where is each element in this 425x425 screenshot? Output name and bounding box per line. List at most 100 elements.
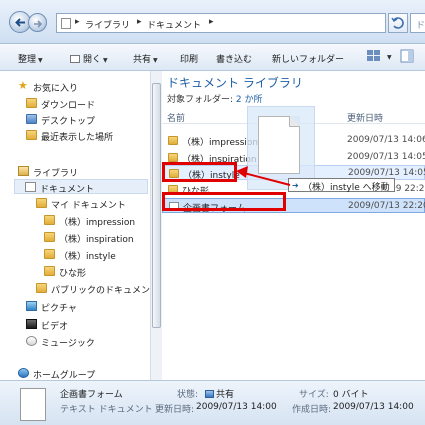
view-menu-button[interactable]: ▼ — [385, 52, 392, 62]
nav-folder-label: （株）inspiration — [59, 235, 134, 245]
details-created-key: 作成日時: — [292, 405, 332, 415]
folder-icon — [44, 215, 55, 225]
nav-pictures-label: ピクチャ — [41, 304, 77, 314]
chevron-down-icon: ▼ — [103, 57, 108, 64]
address-bar-area: ▸ ライブラリ ▸ ドキュメント ▸ ドキ — [0, 0, 425, 44]
nav-folder-inspiration[interactable]: （株）inspiration — [44, 230, 150, 245]
search-input[interactable]: ドキ — [410, 13, 425, 33]
open-label: 開く — [83, 55, 102, 65]
locations-link[interactable]: 2 か所 — [236, 95, 263, 105]
details-modified-value: 2009/07/13 14:00 — [196, 402, 277, 412]
file-date: 09 22:20 — [390, 184, 425, 194]
pictures-icon — [26, 301, 37, 311]
homegroup-icon — [18, 368, 29, 378]
scrollbar-thumb[interactable] — [152, 83, 161, 328]
print-button[interactable]: 印刷 — [180, 52, 198, 65]
library-icon — [18, 166, 29, 176]
refresh-icon — [391, 17, 404, 29]
text-document-icon — [20, 388, 46, 421]
nav-desktop-label: デスクトップ — [41, 117, 96, 127]
chevron-right-icon: ▸ — [209, 17, 214, 27]
preview-pane-icon — [400, 49, 414, 63]
details-size-value: 0 バイト — [333, 390, 369, 400]
refresh-button[interactable] — [388, 13, 408, 33]
details-pane: 企画書フォーム テキスト ドキュメント 状態: 共有 更新日時: 2009/07… — [0, 380, 425, 425]
chevron-down-icon: ▼ — [38, 57, 43, 64]
folder-icon — [36, 283, 47, 293]
folder-icon — [168, 153, 178, 162]
nav-documents[interactable]: ドキュメント — [14, 179, 148, 195]
share-label: 共有 — [133, 55, 152, 65]
new-folder-button[interactable]: 新しいフォルダー — [272, 52, 344, 65]
details-filename: 企画書フォーム — [60, 390, 123, 400]
view-options-button[interactable] — [366, 49, 382, 66]
library-subtitle-prefix: 対象フォルダー: — [167, 95, 236, 105]
organize-label: 整理 — [18, 55, 37, 65]
folder-icon — [61, 18, 71, 29]
highlight-dragged-file — [162, 192, 286, 211]
nav-my-documents[interactable]: マイ ドキュメント — [36, 196, 150, 211]
forward-arrow-icon — [34, 20, 43, 28]
nav-folder-impression[interactable]: （株）impression — [44, 213, 150, 228]
star-icon: ★ — [18, 79, 28, 92]
chevron-right-icon: ▸ — [75, 17, 80, 27]
nav-libraries[interactable]: ライブラリ — [18, 164, 138, 179]
nav-folder-label: （株）impression — [59, 218, 136, 228]
file-date: 2009/07/13 14:05 — [348, 168, 425, 178]
nav-folder-hinagata[interactable]: ひな形 — [44, 264, 150, 279]
folder-icon — [44, 232, 55, 242]
document-icon — [70, 55, 80, 63]
details-state-text: 共有 — [216, 390, 235, 400]
preview-pane-button[interactable] — [400, 49, 414, 66]
file-date: 2009/07/13 22:20 — [348, 201, 425, 211]
nav-recent-label: 最近表示した場所 — [41, 133, 114, 143]
folder-icon — [168, 136, 178, 145]
drag-tooltip: ➜ （株）instyle へ移動 — [288, 178, 395, 193]
nav-pictures[interactable]: ピクチャ — [26, 299, 146, 314]
nav-recent-places[interactable]: 最近表示した場所 — [26, 128, 148, 143]
breadcrumb-libraries[interactable]: ライブラリ — [85, 18, 130, 31]
nav-public-documents[interactable]: パブリックのドキュメント — [36, 281, 150, 296]
nav-scrollbar[interactable] — [150, 71, 162, 380]
nav-downloads[interactable]: ダウンロード — [26, 96, 146, 111]
forward-button[interactable] — [28, 13, 47, 32]
view-icon — [367, 50, 380, 61]
nav-homegroup-label: ホームグループ — [33, 371, 96, 380]
command-bar: 整理 ▼ 開く ▼ 共有 ▼ 印刷 書き込む 新しいフォルダー ▼ — [0, 44, 425, 71]
share-button[interactable]: 共有 ▼ — [133, 52, 158, 65]
chevron-down-icon: ▼ — [387, 54, 392, 61]
chevron-down-icon: ▼ — [153, 57, 158, 64]
burn-button[interactable]: 書き込む — [216, 52, 252, 65]
chevron-right-icon: ▸ — [137, 17, 142, 27]
nav-public-documents-label: パブリックのドキュメント — [51, 286, 150, 296]
nav-documents-label: ドキュメント — [40, 185, 95, 195]
file-date: 2009/07/13 14:06 — [347, 135, 425, 145]
nav-homegroup[interactable]: ホームグループ — [18, 366, 138, 380]
nav-videos[interactable]: ビデオ — [26, 317, 146, 332]
document-page-icon — [258, 116, 300, 174]
download-folder-icon — [26, 98, 37, 108]
nav-folder-instyle[interactable]: （株）instyle — [44, 247, 150, 262]
address-box[interactable]: ▸ ライブラリ ▸ ドキュメント ▸ — [56, 13, 386, 33]
details-state-value: 共有 — [205, 387, 234, 400]
nav-favorites[interactable]: ★ お気に入り — [18, 79, 138, 94]
nav-music-label: ミュージック — [41, 339, 95, 349]
breadcrumb-documents[interactable]: ドキュメント — [147, 18, 201, 31]
details-created-value: 2009/07/13 14:00 — [333, 402, 414, 412]
nav-desktop[interactable]: デスクトップ — [26, 112, 146, 127]
search-placeholder: ドキ — [416, 21, 425, 31]
details-modified-key: 更新日時: — [155, 405, 195, 415]
nav-libraries-label: ライブラリ — [33, 169, 79, 179]
nav-folder-label: ひな形 — [59, 269, 87, 279]
organize-button[interactable]: 整理 ▼ — [18, 52, 43, 65]
documents-library-icon — [25, 182, 36, 192]
library-title: ドキュメント ライブラリ — [167, 76, 303, 90]
move-arrow-icon: ➜ — [292, 181, 299, 190]
nav-music[interactable]: ミュージック — [26, 334, 146, 349]
nav-favorites-label: お気に入り — [33, 84, 79, 94]
music-icon — [26, 336, 37, 346]
file-date: 2009/07/13 14:05 — [347, 152, 425, 162]
folder-icon — [36, 198, 47, 208]
open-button[interactable]: 開く ▼ — [70, 52, 108, 65]
share-icon — [205, 390, 214, 398]
